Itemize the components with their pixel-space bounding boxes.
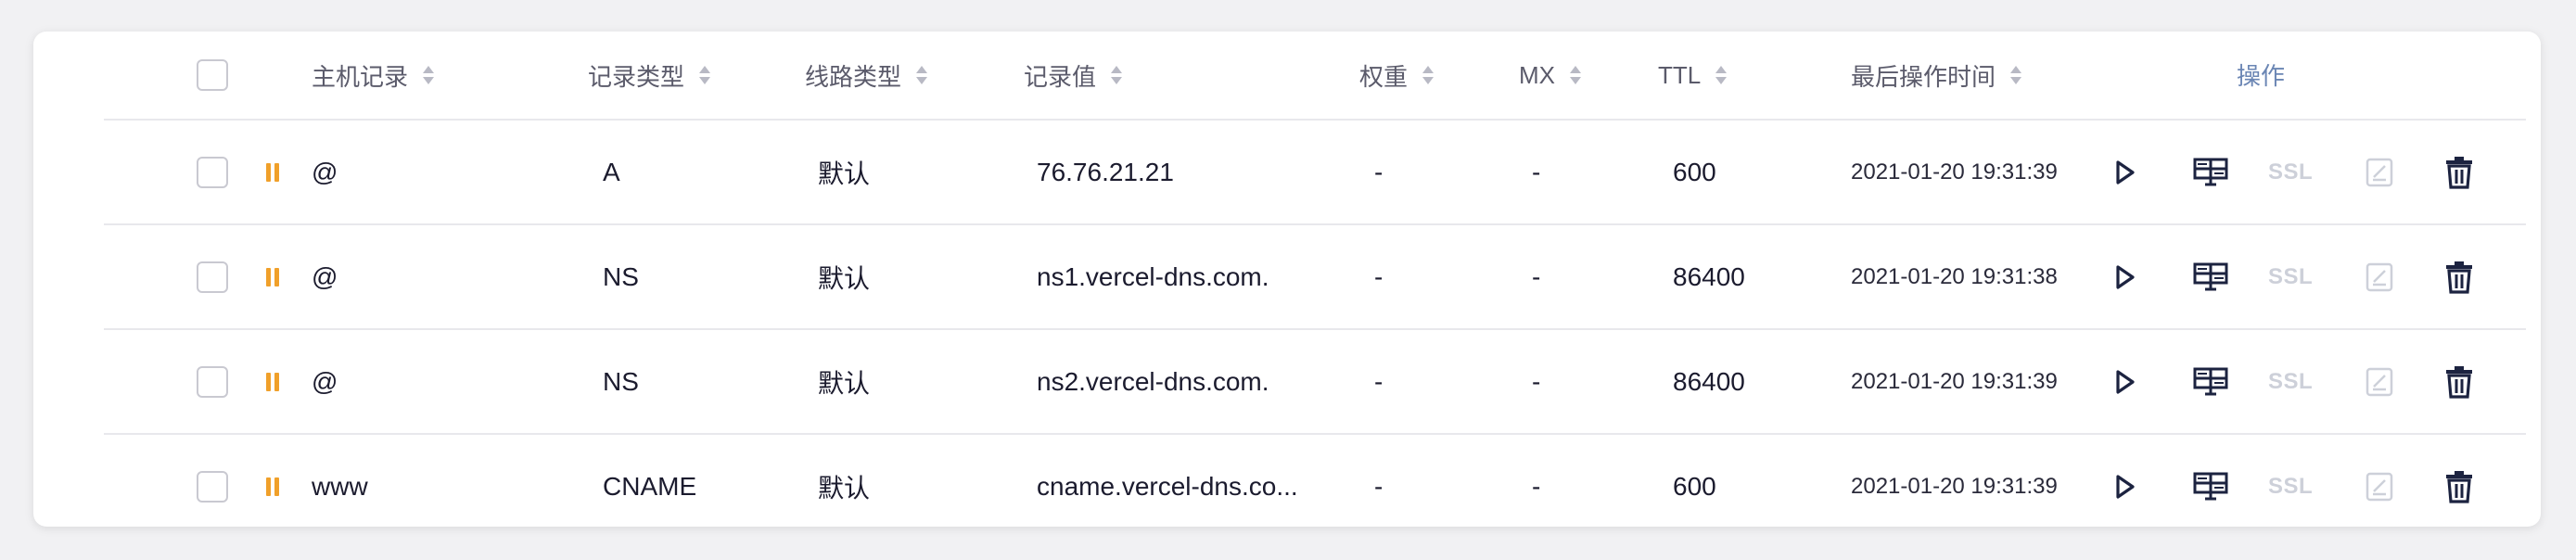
table-row: @ NS 默认 ns2.vercel-dns.com. - - 86400 20…	[104, 330, 2526, 435]
edit-icon[interactable]	[2365, 225, 2394, 328]
sort-icon[interactable]	[1570, 65, 1581, 85]
line-cell: 默认	[818, 368, 871, 398]
row-checkbox[interactable]	[197, 365, 228, 398]
mx-cell: -	[1532, 261, 1541, 291]
row-checkbox[interactable]	[197, 261, 228, 293]
time-cell: 2021-01-20 19:31:39	[1851, 368, 2058, 394]
col-ttl-label: TTL	[1658, 60, 1702, 89]
trash-icon[interactable]	[2444, 330, 2474, 433]
mx-cell: -	[1532, 157, 1541, 186]
time-cell: 2021-01-20 19:31:39	[1851, 473, 2058, 499]
table-row: @ NS 默认 ns1.vercel-dns.com. - - 86400 20…	[104, 225, 2526, 330]
col-ops-label: 操作	[2237, 62, 2286, 90]
ssl-label: SSL	[2268, 368, 2314, 394]
weight-cell: -	[1374, 471, 1384, 501]
row-checkbox[interactable]	[197, 156, 228, 188]
host-cell: @	[312, 366, 338, 396]
trash-icon[interactable]	[2444, 225, 2474, 328]
table-header: 主机记录 记录类型 线路类型 记录值 权重 MX TTL 最后操作时间 操作	[104, 32, 2526, 121]
ttl-cell: 86400	[1673, 366, 1745, 396]
col-weight-label: 权重	[1359, 62, 1409, 91]
type-cell: A	[603, 157, 620, 186]
value-cell: ns2.vercel-dns.com.	[1037, 366, 1269, 396]
col-weight[interactable]: 权重	[1359, 32, 1435, 119]
col-type[interactable]: 记录类型	[588, 32, 711, 119]
sort-icon[interactable]	[2010, 65, 2022, 85]
col-line[interactable]: 线路类型	[805, 32, 928, 119]
dns-records-card: 主机记录 记录类型 线路类型 记录值 权重 MX TTL 最后操作时间 操作 @…	[33, 32, 2541, 527]
pause-icon[interactable]	[265, 162, 280, 182]
col-mx-label: MX	[1519, 60, 1555, 89]
time-cell: 2021-01-20 19:31:39	[1851, 159, 2058, 185]
col-host-label: 主机记录	[312, 62, 409, 91]
dns-records-table: 主机记录 记录类型 线路类型 记录值 权重 MX TTL 最后操作时间 操作 @…	[104, 32, 2526, 527]
ssl-label: SSL	[2268, 159, 2314, 185]
trash-icon[interactable]	[2444, 121, 2474, 223]
col-value-label: 记录值	[1024, 62, 1097, 91]
value-cell: cname.vercel-dns.co...	[1037, 471, 1298, 501]
type-cell: NS	[603, 366, 639, 396]
line-cell: 默认	[818, 263, 871, 293]
edit-icon[interactable]	[2365, 121, 2394, 223]
select-all-checkbox[interactable]	[197, 59, 228, 91]
sort-icon[interactable]	[699, 65, 711, 85]
mx-cell: -	[1532, 366, 1541, 396]
sort-icon[interactable]	[1715, 65, 1728, 85]
play-icon[interactable]	[2114, 121, 2136, 223]
sort-icon[interactable]	[1111, 65, 1123, 85]
value-cell: 76.76.21.21	[1037, 157, 1174, 186]
pause-icon[interactable]	[265, 477, 280, 496]
line-cell: 默认	[818, 473, 871, 503]
pause-icon[interactable]	[265, 372, 280, 391]
ssl-icon[interactable]: SSL	[2268, 330, 2313, 433]
time-cell: 2021-01-20 19:31:38	[1851, 263, 2058, 289]
weight-cell: -	[1374, 261, 1384, 291]
ttl-cell: 600	[1673, 471, 1716, 501]
monitor-icon[interactable]	[2192, 121, 2229, 223]
mx-cell: -	[1532, 471, 1541, 501]
pause-icon[interactable]	[265, 267, 280, 286]
type-cell: CNAME	[603, 471, 697, 501]
play-icon[interactable]	[2114, 330, 2136, 433]
col-host[interactable]: 主机记录	[312, 32, 435, 119]
ttl-cell: 600	[1673, 157, 1716, 186]
col-ttl[interactable]: TTL	[1658, 32, 1728, 119]
host-cell: @	[312, 261, 338, 291]
weight-cell: -	[1374, 366, 1384, 396]
col-value[interactable]: 记录值	[1024, 32, 1123, 119]
monitor-icon[interactable]	[2192, 435, 2229, 527]
host-cell: @	[312, 157, 338, 186]
edit-icon[interactable]	[2365, 435, 2394, 527]
ssl-icon[interactable]: SSL	[2268, 435, 2313, 527]
ssl-label: SSL	[2268, 263, 2314, 289]
sort-icon[interactable]	[916, 65, 928, 85]
edit-icon[interactable]	[2365, 330, 2394, 433]
table-row: @ A 默认 76.76.21.21 - - 600 2021-01-20 19…	[104, 121, 2526, 225]
monitor-icon[interactable]	[2192, 330, 2229, 433]
weight-cell: -	[1374, 157, 1384, 186]
play-icon[interactable]	[2114, 435, 2136, 527]
play-icon[interactable]	[2114, 225, 2136, 328]
col-line-label: 线路类型	[805, 62, 902, 91]
col-type-label: 记录类型	[588, 62, 685, 91]
sort-icon[interactable]	[423, 65, 435, 85]
ttl-cell: 86400	[1673, 261, 1745, 291]
value-cell: ns1.vercel-dns.com.	[1037, 261, 1269, 291]
monitor-icon[interactable]	[2192, 225, 2229, 328]
trash-icon[interactable]	[2444, 435, 2474, 527]
row-checkbox[interactable]	[197, 470, 228, 503]
col-time-label: 最后操作时间	[1851, 62, 1996, 91]
col-time[interactable]: 最后操作时间	[1851, 32, 2022, 119]
select-all-cell	[197, 32, 228, 119]
ssl-icon[interactable]: SSL	[2268, 121, 2313, 223]
sort-icon[interactable]	[1422, 65, 1435, 85]
host-cell: www	[312, 471, 368, 501]
col-mx[interactable]: MX	[1519, 32, 1581, 119]
ssl-icon[interactable]: SSL	[2268, 225, 2313, 328]
line-cell: 默认	[818, 159, 871, 188]
table-row: www CNAME 默认 cname.vercel-dns.co... - - …	[104, 435, 2526, 527]
type-cell: NS	[603, 261, 639, 291]
ssl-label: SSL	[2268, 473, 2314, 499]
